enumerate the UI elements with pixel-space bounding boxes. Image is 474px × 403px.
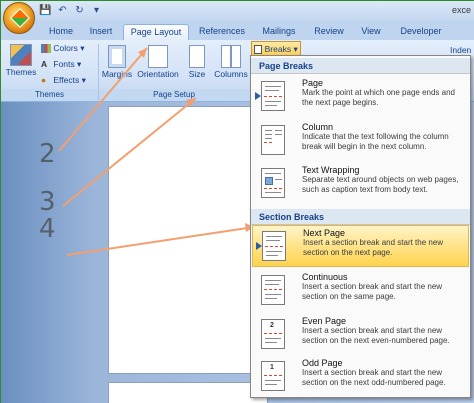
colors-icon — [41, 44, 51, 54]
menu-item-page[interactable]: Page Mark the point at which one page en… — [252, 76, 469, 116]
colors-button[interactable]: Colors ▾ — [41, 43, 93, 54]
tab-mailings[interactable]: Mailings — [257, 24, 301, 40]
menu-item-description: Insert a section break and start the new… — [302, 326, 450, 345]
themes-button[interactable]: Themes — [5, 44, 37, 77]
menu-item-description: Separate text around objects on web page… — [302, 175, 459, 194]
size-button[interactable]: Size — [183, 45, 211, 79]
annotation-number-3: 3 — [39, 187, 56, 217]
margins-button[interactable]: Margins — [100, 45, 134, 79]
even-page-icon-number: 2 — [270, 322, 274, 329]
breaks-label: Breaks — [264, 44, 292, 54]
menu-item-description: Mark the point at which one page ends an… — [302, 88, 455, 107]
page-breaks-header: Page Breaks — [251, 58, 470, 74]
margins-icon — [108, 45, 126, 68]
themes-label: Themes — [5, 67, 37, 77]
title-bar: 💾 ↶ ↻ ▾ exce — [1, 1, 474, 21]
themes-group-label: Themes — [2, 89, 97, 101]
menu-item-text-wrapping[interactable]: Text Wrapping Separate text around objec… — [252, 163, 469, 205]
annotation-number-2: 2 — [39, 139, 56, 169]
save-icon[interactable]: 💾 — [39, 4, 52, 17]
odd-page-break-icon: 1 — [261, 361, 285, 391]
quick-access-toolbar: 💾 ↶ ↻ ▾ — [39, 4, 103, 17]
undo-icon[interactable]: ↶ — [56, 4, 69, 17]
themes-icon — [10, 44, 32, 66]
qat-dropdown-icon[interactable]: ▾ — [90, 4, 103, 17]
document-page-next[interactable] — [108, 382, 268, 403]
orientation-label: Orientation — [137, 69, 179, 79]
tab-insert[interactable]: Insert — [83, 24, 119, 40]
document-page[interactable] — [108, 106, 268, 374]
odd-page-icon-number: 1 — [270, 364, 274, 371]
redo-icon[interactable]: ↻ — [73, 4, 86, 17]
size-label: Size — [188, 69, 206, 79]
menu-item-odd-page[interactable]: 1 Odd Page Insert a section break and st… — [252, 356, 469, 398]
menu-item-description: Indicate that the text following the col… — [302, 132, 449, 151]
menu-item-title: Page — [302, 78, 324, 88]
text-wrapping-icon — [261, 168, 285, 198]
tab-references[interactable]: References — [195, 24, 249, 40]
menu-item-title: Next Page — [303, 228, 346, 238]
columns-icon — [221, 45, 241, 68]
next-page-break-icon — [256, 231, 286, 261]
tab-home[interactable]: Home — [41, 24, 81, 40]
menu-item-column[interactable]: Column Indicate that the text following … — [252, 120, 469, 160]
annotation-number-4: 4 — [39, 214, 56, 244]
even-page-break-icon: 2 — [261, 319, 285, 349]
fonts-label: Fonts — [53, 59, 75, 69]
menu-item-title: Text Wrapping — [302, 165, 360, 175]
fonts-icon: A — [41, 59, 48, 69]
ribbon-tabs: Home Insert Page Layout References Maili… — [1, 21, 474, 40]
effects-icon: ● — [41, 75, 47, 85]
columns-button[interactable]: Columns — [212, 45, 250, 79]
menu-item-title: Column — [302, 122, 334, 132]
menu-item-even-page[interactable]: 2 Even Page Insert a section break and s… — [252, 314, 469, 356]
menu-item-description: Insert a section break and start the new… — [302, 282, 443, 301]
colors-label: Colors — [53, 43, 78, 53]
orientation-button[interactable]: Orientation — [134, 45, 182, 79]
menu-item-description: Insert a section break and start the new… — [302, 368, 446, 387]
effects-label: Effects — [53, 75, 80, 85]
margins-label: Margins — [101, 69, 133, 79]
size-icon — [189, 45, 205, 68]
menu-item-title: Odd Page — [302, 358, 343, 368]
columns-label: Columns — [214, 69, 248, 79]
indent-label: Inden — [450, 45, 472, 55]
tab-view[interactable]: View — [357, 24, 385, 40]
breaks-menu: Page Breaks Page Mark the point at which… — [250, 55, 471, 398]
fonts-button[interactable]: A Fonts ▾ — [41, 59, 93, 70]
orientation-icon — [148, 45, 168, 68]
column-break-icon — [261, 125, 285, 155]
menu-item-title: Even Page — [302, 316, 347, 326]
menu-item-continuous[interactable]: Continuous Insert a section break and st… — [252, 270, 469, 312]
tab-page-layout[interactable]: Page Layout — [123, 24, 189, 40]
office-logo-icon — [10, 8, 30, 28]
tab-developer[interactable]: Developer — [395, 24, 447, 40]
menu-item-next-page[interactable]: Next Page Insert a section break and sta… — [252, 225, 469, 267]
effects-button[interactable]: ● Effects ▾ — [41, 75, 93, 86]
page-break-icon — [255, 81, 285, 111]
office-button[interactable] — [3, 2, 35, 34]
menu-item-title: Continuous — [302, 272, 348, 282]
window-title: exce — [451, 5, 471, 15]
tab-review[interactable]: Review — [311, 24, 347, 40]
menu-item-description: Insert a section break and start the new… — [303, 238, 444, 257]
section-breaks-header: Section Breaks — [251, 209, 470, 225]
continuous-break-icon — [261, 275, 285, 305]
page-setup-group-label: Page Setup — [99, 89, 249, 101]
breaks-icon — [254, 45, 263, 55]
